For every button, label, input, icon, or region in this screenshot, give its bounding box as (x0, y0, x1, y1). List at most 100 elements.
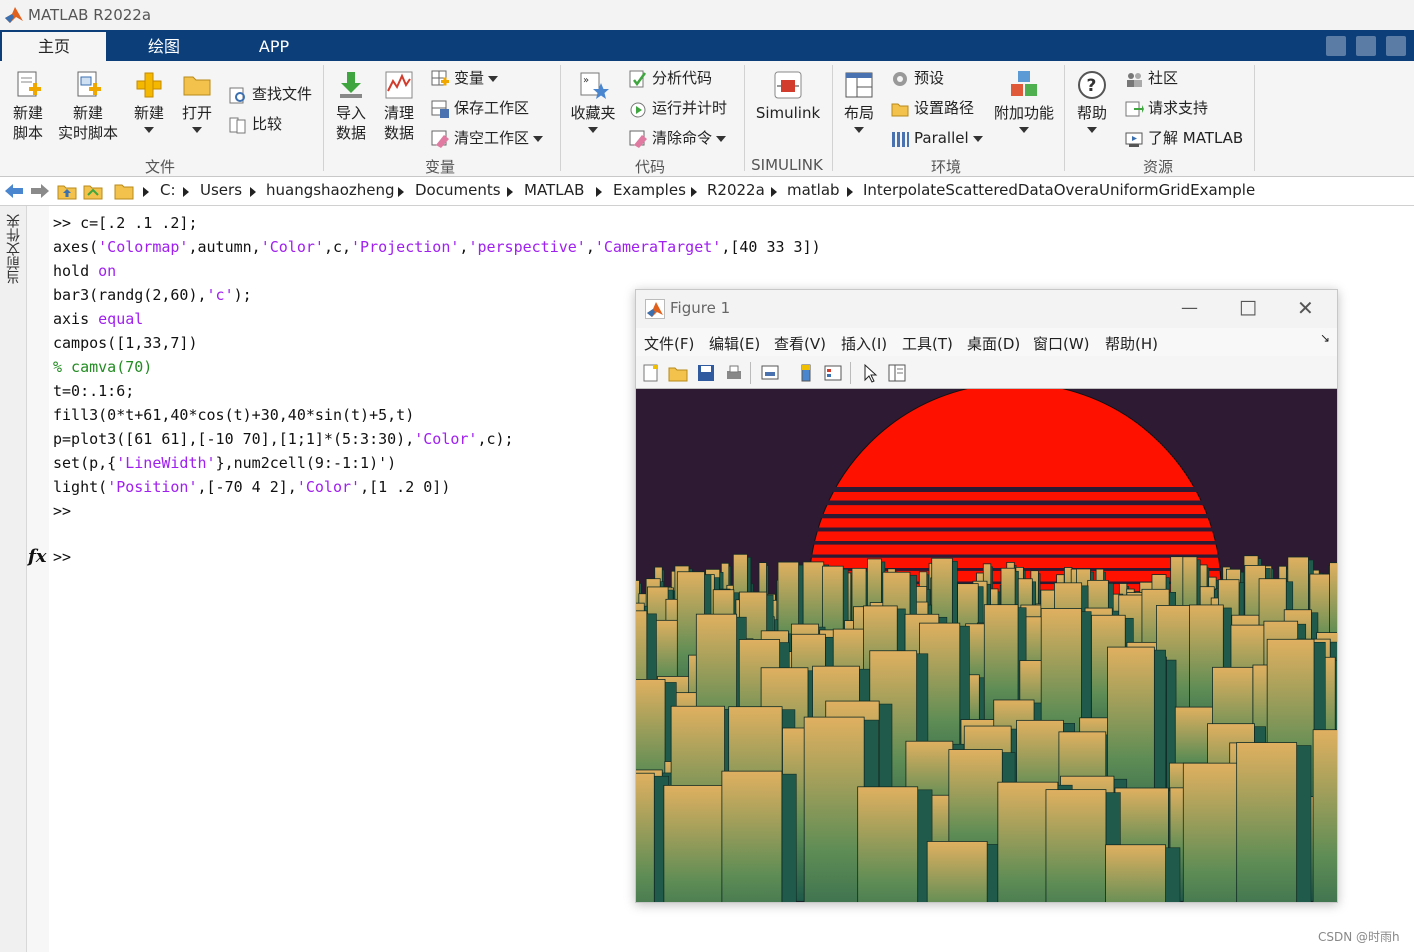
run-and-time-button[interactable]: 运行并计时 (628, 97, 727, 119)
new-live-script-label-1: 新建 (72, 104, 103, 122)
set-path-icon (891, 103, 909, 116)
matlab-logo-icon (645, 299, 665, 319)
copy-icon[interactable] (1386, 36, 1406, 56)
breadcrumb-item[interactable]: MATLAB (524, 181, 584, 199)
toolbar-separator (850, 362, 851, 384)
command-line: axes('Colormap',autumn,'Color',c,'Projec… (53, 235, 821, 259)
find-files-icon (229, 87, 245, 103)
code-text: set(p,{ (53, 454, 117, 472)
current-folder-collapsed-panel[interactable]: 当前文件夹 (0, 206, 27, 952)
compare-icon (229, 117, 246, 133)
breadcrumb-item[interactable]: Examples (613, 181, 686, 199)
layout-button[interactable]: 布局 (838, 69, 880, 133)
folder-open-icon (183, 76, 211, 96)
open-file-icon[interactable] (668, 363, 688, 383)
save-workspace-button[interactable]: 保存工作区 (430, 97, 529, 119)
figure-title: Figure 1 (670, 299, 731, 317)
tab-plots[interactable]: 绘图 (112, 32, 216, 61)
menu-edit[interactable]: 编辑(E) (709, 333, 760, 354)
clean-data-icon (385, 71, 413, 99)
code-text: },num2cell(9:-1:1)') (215, 454, 397, 472)
new-live-script-button[interactable]: 新建 实时脚本 (56, 69, 120, 143)
tab-home[interactable]: 主页 (2, 32, 106, 61)
simulink-button[interactable]: Simulink (752, 69, 824, 123)
maximize-icon[interactable]: □ (1239, 296, 1257, 318)
figure-title-bar[interactable]: Figure 1 — □ ✕ (636, 290, 1337, 328)
import-data-label-1: 导入 (335, 104, 366, 122)
favorites-button[interactable]: » 收藏夹 (566, 69, 620, 133)
colorbar-icon[interactable] (796, 363, 816, 383)
command-line: light('Position',[-70 4 2],'Color',[1 .2… (53, 475, 653, 499)
community-button[interactable]: 社区 (1124, 67, 1178, 89)
link-plot-icon[interactable] (760, 363, 780, 383)
chevron-down-icon (716, 135, 727, 142)
code-text: axes( (53, 238, 99, 256)
chevron-down-icon (972, 135, 983, 142)
command-window[interactable]: >> c=[.2 .1 .2]; axes('Colormap',autumn,… (53, 211, 821, 523)
breadcrumb-separator (847, 187, 853, 197)
preferences-button[interactable]: 预设 (890, 67, 944, 89)
breadcrumb-item[interactable]: R2022a (707, 181, 765, 199)
menu-view[interactable]: 查看(V) (774, 333, 826, 354)
variable-button[interactable]: 变量 (430, 67, 499, 89)
save-figure-icon[interactable] (696, 363, 716, 383)
new-figure-icon[interactable] (641, 363, 661, 383)
dock-arrow-icon[interactable]: ↘ (1320, 331, 1330, 345)
forward-arrow-icon[interactable] (30, 182, 50, 200)
close-icon[interactable]: ✕ (1297, 296, 1314, 320)
legend-icon[interactable] (823, 363, 843, 383)
menu-file[interactable]: 文件(F) (644, 333, 694, 354)
cut-icon[interactable] (1356, 36, 1376, 56)
function-browser-icon[interactable]: fx (28, 546, 46, 567)
save-icon[interactable] (1326, 36, 1346, 56)
figure-axes-plot[interactable] (636, 389, 1337, 902)
code-string: 'Projection' (351, 238, 460, 256)
breadcrumb-item[interactable]: huangshaozheng (266, 181, 395, 199)
new-script-button[interactable]: 新建 脚本 (6, 69, 50, 143)
analyze-code-button[interactable]: 分析代码 (628, 67, 712, 89)
code-text: light( (53, 478, 108, 496)
set-path-button[interactable]: 设置路径 (890, 97, 974, 119)
breadcrumb-item[interactable]: Users (200, 181, 242, 199)
menu-help[interactable]: 帮助(H) (1105, 333, 1158, 354)
group-divider (832, 65, 833, 171)
command-line: hold on (53, 259, 653, 283)
back-arrow-icon[interactable] (4, 182, 24, 200)
clean-data-button[interactable]: 清理 数据 (378, 69, 420, 143)
code-string: 'c' (206, 286, 234, 304)
breadcrumb-item[interactable]: C: (160, 181, 176, 199)
menu-tools[interactable]: 工具(T) (902, 333, 953, 354)
find-files-label: 查找文件 (252, 85, 313, 103)
find-files-button[interactable]: 查找文件 (228, 83, 312, 105)
request-support-button[interactable]: 请求支持 (1124, 97, 1208, 119)
clear-commands-button[interactable]: 清除命令 (628, 127, 727, 149)
print-icon[interactable] (724, 363, 744, 383)
code-text: ,c); (477, 430, 514, 448)
minimize-icon[interactable]: — (1181, 298, 1198, 318)
parallel-button[interactable]: Parallel (890, 127, 983, 149)
command-prompt[interactable]: >> (53, 548, 71, 566)
learn-matlab-button[interactable]: 了解 MATLAB (1124, 127, 1243, 149)
open-button[interactable]: 打开 (176, 69, 218, 133)
addons-button[interactable]: 附加功能 (992, 69, 1056, 133)
breadcrumb-item[interactable]: Documents (415, 181, 501, 199)
command-line: t=0:.1:6; (53, 382, 135, 400)
menu-insert[interactable]: 插入(I) (841, 333, 887, 354)
property-inspector-icon[interactable] (887, 363, 907, 383)
breadcrumb-item[interactable]: InterpolateScatteredDataOveraUniformGrid… (863, 181, 1255, 199)
menu-desktop[interactable]: 桌面(D) (967, 333, 1020, 354)
import-data-button[interactable]: 导入 数据 (330, 69, 372, 143)
new-button[interactable]: 新建 (128, 69, 170, 133)
compare-button[interactable]: 比较 (228, 113, 282, 135)
clear-workspace-button[interactable]: 清空工作区 (430, 127, 544, 149)
menu-window[interactable]: 窗口(W) (1033, 333, 1090, 354)
tab-apps[interactable]: APP (222, 32, 326, 61)
help-button[interactable]: ? 帮助 (1072, 69, 1112, 133)
breadcrumb-item[interactable]: matlab (787, 181, 840, 199)
analyze-code-label: 分析代码 (652, 69, 713, 87)
pointer-arrow-icon[interactable] (860, 363, 880, 383)
up-folder-icon[interactable] (57, 181, 77, 201)
browse-folder-icon[interactable] (83, 181, 103, 201)
code-string: 'CameraTarget' (594, 238, 722, 256)
figure-window[interactable]: Figure 1 — □ ✕ 文件(F) 编辑(E) 查看(V) 插入(I) 工… (635, 289, 1338, 903)
